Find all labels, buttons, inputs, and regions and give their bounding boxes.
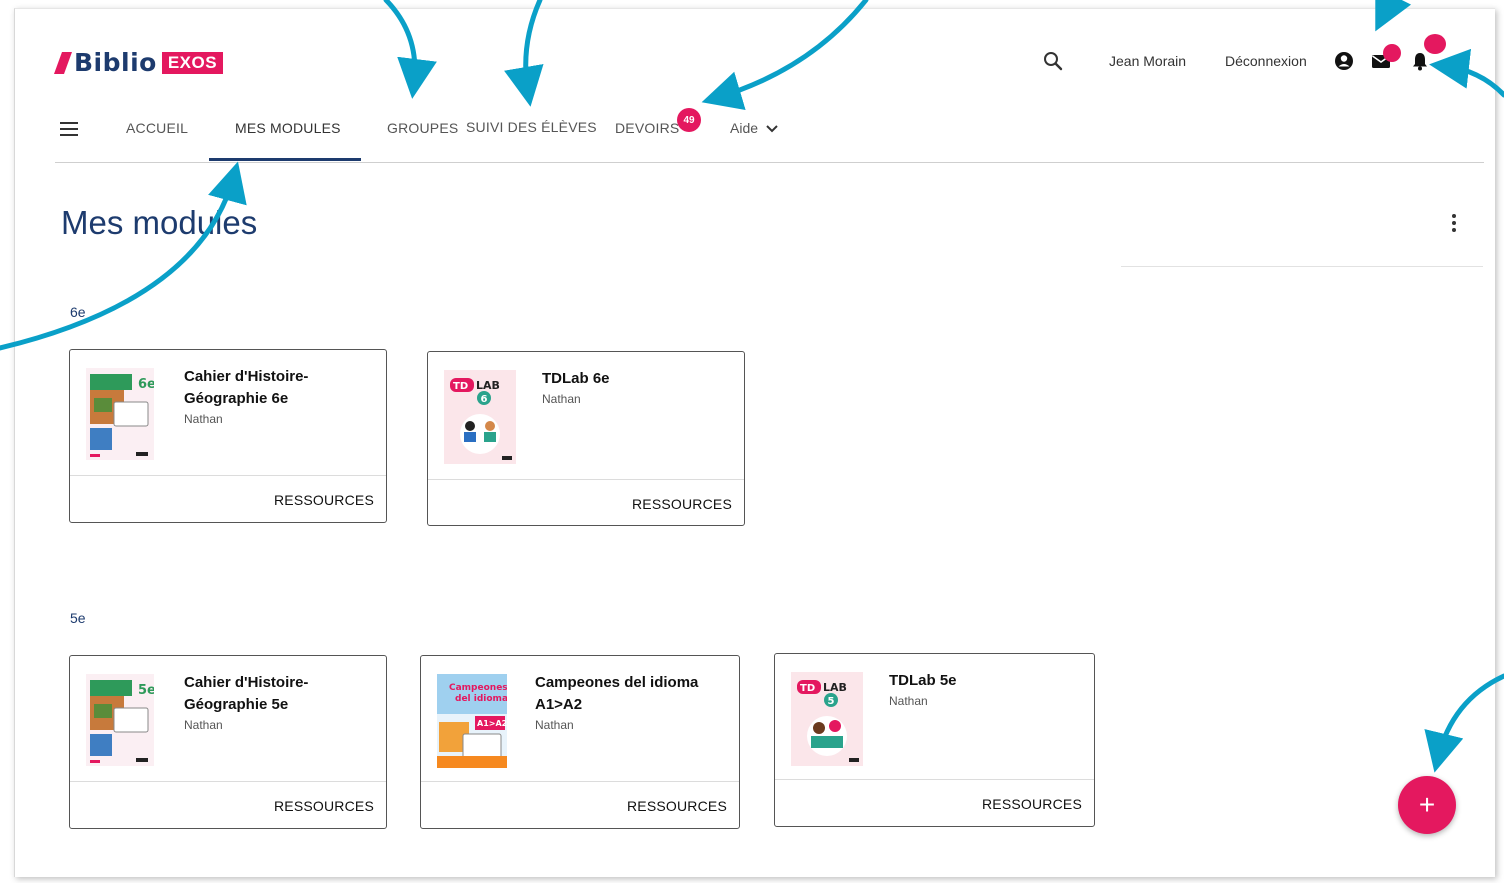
level-label-5e: 5e — [70, 610, 86, 626]
card-divider — [775, 779, 1094, 780]
devoirs-badge: 49 — [677, 108, 701, 132]
help-menu[interactable]: Aide — [730, 120, 778, 136]
card-divider — [421, 781, 739, 782]
svg-text:TD: TD — [453, 381, 468, 392]
cover-grade: 6 — [481, 394, 488, 405]
module-card[interactable]: TD LAB 5 TDLab 5e Nathan RESSOURCES — [774, 653, 1095, 827]
module-cover: 6e — [86, 368, 156, 460]
resources-button[interactable]: RESSOURCES — [274, 492, 374, 508]
module-title[interactable]: TDLab 6e — [542, 368, 732, 390]
module-publisher: Nathan — [889, 694, 928, 708]
module-card[interactable]: 6e Cahier d'Histoire-Géographie 6e Natha… — [69, 349, 387, 523]
svg-text:del idioma: del idioma — [455, 694, 507, 704]
module-card[interactable]: Campeones del idioma A1>A2 Campeones del… — [420, 655, 740, 829]
header-actions: Jean Morain Déconnexion — [0, 34, 1504, 74]
page-title: Mes modules — [61, 204, 258, 241]
module-publisher: Nathan — [535, 718, 574, 732]
resources-button[interactable]: RESSOURCES — [274, 798, 374, 814]
level-label-6e: 6e — [70, 304, 86, 320]
menu-icon[interactable] — [60, 122, 80, 136]
module-title[interactable]: Campeones del idioma A1>A2 — [535, 672, 725, 716]
help-label: Aide — [730, 120, 759, 136]
module-cover: TD LAB 5 — [791, 672, 863, 766]
cover-grade: 5 — [828, 696, 835, 707]
module-card[interactable]: TD LAB 6 TDLab 6e Nathan RESSOURCES — [427, 351, 745, 526]
active-tab-indicator — [209, 158, 361, 161]
cover-grade: 6e — [138, 377, 154, 392]
resources-button[interactable]: RESSOURCES — [632, 496, 732, 512]
svg-text:LAB: LAB — [476, 379, 500, 392]
module-title[interactable]: TDLab 5e — [889, 670, 1079, 692]
module-publisher: Nathan — [542, 392, 581, 406]
plus-icon: + — [1418, 789, 1436, 820]
tab-mes-modules[interactable]: MES MODULES — [235, 120, 341, 136]
cover-grade: A1>A2 — [477, 719, 507, 728]
user-name[interactable]: Jean Morain — [1109, 53, 1186, 69]
module-card[interactable]: 5e Cahier d'Histoire-Géographie 5e Natha… — [69, 655, 387, 829]
module-cover: TD LAB 6 — [444, 370, 516, 464]
card-divider — [70, 475, 386, 476]
search-icon[interactable] — [1042, 50, 1064, 72]
cover-grade: 5e — [138, 683, 154, 698]
notification-badge — [1424, 34, 1446, 54]
add-module-button[interactable]: + — [1398, 776, 1456, 834]
svg-text:Campeones: Campeones — [449, 683, 507, 693]
module-publisher: Nathan — [184, 412, 223, 426]
module-publisher: Nathan — [184, 718, 223, 732]
module-title[interactable]: Cahier d'Histoire-Géographie 6e — [184, 366, 374, 410]
divider — [1121, 266, 1483, 267]
tab-groupes[interactable]: GROUPES — [387, 120, 458, 136]
module-cover: 5e — [86, 674, 156, 766]
mail-badge — [1383, 44, 1401, 62]
module-cover: Campeones del idioma A1>A2 — [437, 674, 508, 768]
card-divider — [70, 781, 386, 782]
tab-devoirs[interactable]: DEVOIRS — [615, 120, 679, 136]
resources-button[interactable]: RESSOURCES — [982, 796, 1082, 812]
main-nav: ACCUEIL MES MODULES GROUPES SUIVI DES ÉL… — [55, 106, 1484, 163]
chevron-down-icon — [766, 120, 778, 136]
tab-suivi-eleves[interactable]: SUIVI DES ÉLÈVES — [466, 119, 597, 135]
card-divider — [428, 479, 744, 480]
bell-icon[interactable] — [1409, 50, 1431, 72]
tab-accueil[interactable]: ACCUEIL — [126, 120, 188, 136]
logout-link[interactable]: Déconnexion — [1225, 53, 1307, 69]
module-title[interactable]: Cahier d'Histoire-Géographie 5e — [184, 672, 374, 716]
svg-text:TD: TD — [800, 683, 815, 694]
svg-text:LAB: LAB — [823, 681, 847, 694]
more-vertical-icon[interactable] — [1450, 213, 1458, 233]
resources-button[interactable]: RESSOURCES — [627, 798, 727, 814]
account-icon[interactable] — [1333, 50, 1355, 72]
